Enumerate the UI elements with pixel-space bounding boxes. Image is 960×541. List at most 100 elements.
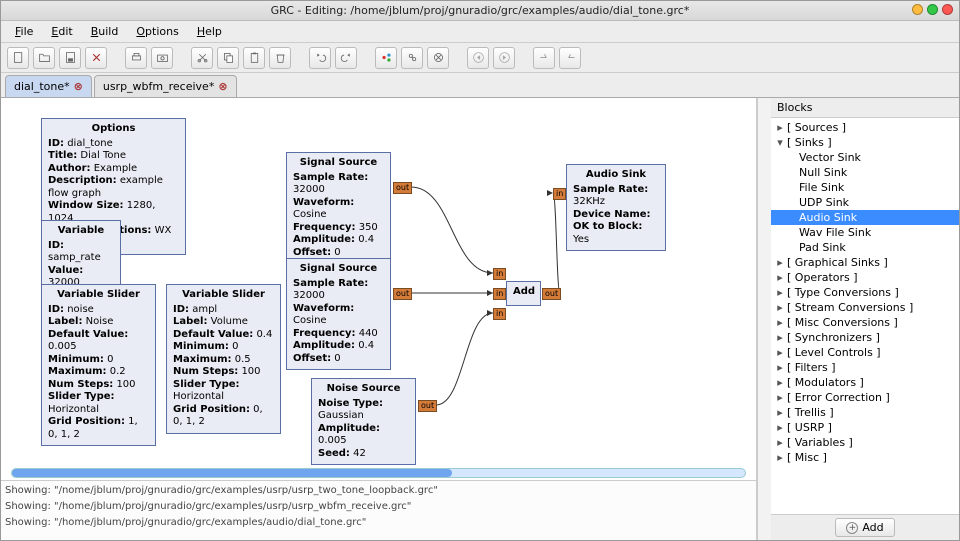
- block-signal-source-1[interactable]: Signal SourceSample Rate: 32000Waveform:…: [286, 152, 391, 264]
- rotate-left-icon[interactable]: [533, 47, 555, 69]
- block-variable-slider-noise[interactable]: Variable SliderID: noiseLabel: NoiseDefa…: [41, 284, 156, 446]
- chevron-right-icon[interactable]: ▸: [775, 406, 785, 419]
- tree-category[interactable]: ▸[ Synchronizers ]: [771, 330, 959, 345]
- block-param: OK to Block: Yes: [573, 221, 659, 246]
- canvas-v-scrollbar[interactable]: [757, 98, 771, 540]
- kill-icon[interactable]: [427, 47, 449, 69]
- tab-close-icon[interactable]: ⊗: [218, 80, 227, 93]
- menu-file[interactable]: File: [7, 23, 41, 40]
- tree-category[interactable]: ▸[ Operators ]: [771, 270, 959, 285]
- close-button[interactable]: [942, 4, 953, 15]
- block-param: ID: dial_tone: [48, 138, 179, 151]
- block-signal-source-2[interactable]: Signal SourceSample Rate: 32000Waveform:…: [286, 258, 391, 370]
- menubar: FileEditBuildOptionsHelp: [1, 21, 959, 43]
- paste-icon[interactable]: [243, 47, 265, 69]
- chevron-right-icon[interactable]: ▸: [775, 376, 785, 389]
- generate-icon[interactable]: [375, 47, 397, 69]
- port-in[interactable]: in: [493, 308, 506, 320]
- tab-usrp_wbfm_receive-[interactable]: usrp_wbfm_receive*⊗: [94, 75, 237, 97]
- copy-icon[interactable]: [217, 47, 239, 69]
- tree-category[interactable]: ▸[ Error Correction ]: [771, 390, 959, 405]
- chevron-right-icon[interactable]: ▸: [775, 451, 785, 464]
- minimize-button[interactable]: [912, 4, 923, 15]
- tree-item[interactable]: Audio Sink: [771, 210, 959, 225]
- screenshot-icon[interactable]: [151, 47, 173, 69]
- tree-category-label: [ Graphical Sinks ]: [787, 256, 888, 269]
- tree-category[interactable]: ▸[ Type Conversions ]: [771, 285, 959, 300]
- block-param: Sample Rate: 32000: [293, 278, 384, 303]
- block-param: Slider Type: Horizontal: [173, 379, 274, 404]
- redo-icon[interactable]: [335, 47, 357, 69]
- tree-item[interactable]: UDP Sink: [771, 195, 959, 210]
- close-file-icon[interactable]: [85, 47, 107, 69]
- tree-category[interactable]: ▸[ Trellis ]: [771, 405, 959, 420]
- block-param: Num Steps: 100: [48, 379, 149, 392]
- chevron-right-icon[interactable]: ▸: [775, 316, 785, 329]
- port-in[interactable]: in: [553, 188, 566, 200]
- chevron-right-icon[interactable]: ▸: [775, 436, 785, 449]
- menu-build[interactable]: Build: [83, 23, 127, 40]
- tree-item[interactable]: Pad Sink: [771, 240, 959, 255]
- menu-options[interactable]: Options: [128, 23, 186, 40]
- chevron-down-icon[interactable]: ▾: [775, 136, 785, 149]
- chevron-right-icon[interactable]: ▸: [775, 286, 785, 299]
- port-out[interactable]: out: [393, 182, 412, 194]
- block-noise-source[interactable]: Noise SourceNoise Type: GaussianAmplitud…: [311, 378, 416, 465]
- new-file-icon[interactable]: [7, 47, 29, 69]
- add-button[interactable]: + Add: [835, 518, 894, 537]
- tree-category[interactable]: ▸[ Misc ]: [771, 450, 959, 465]
- flowgraph-canvas[interactable]: OptionsID: dial_toneTitle: Dial ToneAuth…: [1, 98, 756, 466]
- chevron-right-icon[interactable]: ▸: [775, 331, 785, 344]
- chevron-right-icon[interactable]: ▸: [775, 271, 785, 284]
- open-file-icon[interactable]: [33, 47, 55, 69]
- tree-item[interactable]: Wav File Sink: [771, 225, 959, 240]
- tree-item[interactable]: Null Sink: [771, 165, 959, 180]
- tree-category[interactable]: ▸[ Graphical Sinks ]: [771, 255, 959, 270]
- tree-category[interactable]: ▸[ Stream Conversions ]: [771, 300, 959, 315]
- chevron-right-icon[interactable]: ▸: [775, 391, 785, 404]
- menu-help[interactable]: Help: [189, 23, 230, 40]
- rotate-right-icon[interactable]: [559, 47, 581, 69]
- port-in[interactable]: in: [493, 288, 506, 300]
- tab-dial_tone-[interactable]: dial_tone*⊗: [5, 75, 92, 97]
- blocks-tree[interactable]: ▸[ Sources ]▾[ Sinks ]Vector SinkNull Si…: [771, 118, 959, 514]
- block-variable-slider-ampl[interactable]: Variable SliderID: amplLabel: VolumeDefa…: [166, 284, 281, 434]
- chevron-right-icon[interactable]: ▸: [775, 121, 785, 134]
- chevron-right-icon[interactable]: ▸: [775, 421, 785, 434]
- block-param: Default Value: 0.4: [173, 329, 274, 342]
- port-in[interactable]: in: [493, 268, 506, 280]
- console-line: Showing: "/home/jblum/proj/gnuradio/grc/…: [5, 515, 752, 531]
- tree-category[interactable]: ▸[ Modulators ]: [771, 375, 959, 390]
- block-audio-sink[interactable]: Audio SinkSample Rate: 32KHzDevice Name:…: [566, 164, 666, 251]
- tree-category[interactable]: ▸[ Variables ]: [771, 435, 959, 450]
- tab-close-icon[interactable]: ⊗: [74, 80, 83, 93]
- chevron-right-icon[interactable]: ▸: [775, 346, 785, 359]
- save-icon[interactable]: [59, 47, 81, 69]
- delete-icon[interactable]: [269, 47, 291, 69]
- tree-category[interactable]: ▸[ USRP ]: [771, 420, 959, 435]
- tree-category[interactable]: ▸[ Misc Conversions ]: [771, 315, 959, 330]
- canvas-h-scrollbar[interactable]: [1, 466, 756, 480]
- tree-item[interactable]: File Sink: [771, 180, 959, 195]
- tree-category[interactable]: ▸[ Level Controls ]: [771, 345, 959, 360]
- chevron-right-icon[interactable]: ▸: [775, 256, 785, 269]
- print-icon[interactable]: [125, 47, 147, 69]
- execute-icon[interactable]: [401, 47, 423, 69]
- tree-category[interactable]: ▾[ Sinks ]: [771, 135, 959, 150]
- tree-category[interactable]: ▸[ Filters ]: [771, 360, 959, 375]
- next-icon[interactable]: [493, 47, 515, 69]
- port-out[interactable]: out: [393, 288, 412, 300]
- port-out[interactable]: out: [418, 400, 437, 412]
- undo-icon[interactable]: [309, 47, 331, 69]
- port-out[interactable]: out: [542, 288, 561, 300]
- tree-category[interactable]: ▸[ Sources ]: [771, 120, 959, 135]
- prev-icon[interactable]: [467, 47, 489, 69]
- menu-edit[interactable]: Edit: [43, 23, 80, 40]
- chevron-right-icon[interactable]: ▸: [775, 361, 785, 374]
- block-param: Amplitude: 0.4: [293, 234, 384, 247]
- block-add[interactable]: Add: [506, 281, 541, 306]
- chevron-right-icon[interactable]: ▸: [775, 301, 785, 314]
- tree-item[interactable]: Vector Sink: [771, 150, 959, 165]
- cut-icon[interactable]: [191, 47, 213, 69]
- maximize-button[interactable]: [927, 4, 938, 15]
